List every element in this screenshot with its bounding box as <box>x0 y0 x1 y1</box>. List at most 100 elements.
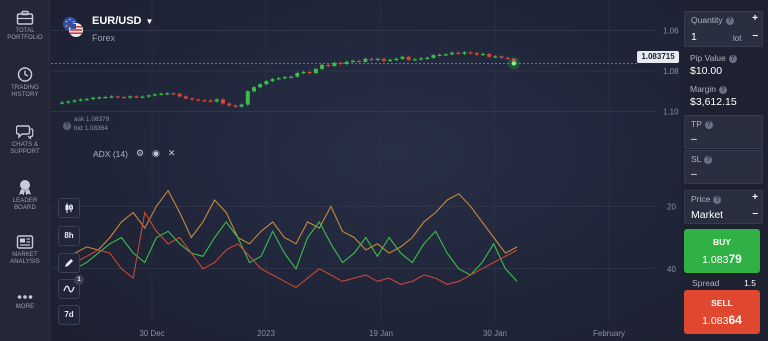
sl-value[interactable]: – <box>691 168 697 180</box>
candle-body <box>375 58 380 60</box>
candle-body <box>128 96 133 98</box>
price-decrease-button[interactable]: – <box>752 208 758 219</box>
candle-body <box>282 77 287 79</box>
price-increase-button[interactable]: + <box>752 192 758 203</box>
asset-name[interactable]: EUR/USD ▼ <box>92 15 153 27</box>
candle-body <box>474 53 479 55</box>
price-and-adx-chart[interactable]: 1.10 1.08 1.06 40 20 30 Dec 2023 19 Jan 30 Jan Fe… <box>51 0 681 341</box>
settings-gear-icon[interactable]: ⚙ <box>136 148 144 159</box>
candle-body <box>84 99 89 101</box>
candle-body <box>196 99 201 101</box>
pip-value: $10.00 <box>690 65 723 77</box>
candle-body <box>406 56 411 60</box>
candle-body <box>202 100 207 102</box>
indicator-label: ADX (14) <box>93 148 128 159</box>
candle-body <box>344 61 349 64</box>
candle-body <box>115 96 120 98</box>
candle-body <box>140 96 145 98</box>
sell-price-pips: 64 <box>728 313 742 327</box>
adx-tick-label: 40 <box>667 265 676 274</box>
quantity-label: Quantity <box>691 15 723 25</box>
sell-price-prefix: 1.083 <box>702 315 729 327</box>
candle-body <box>320 64 325 69</box>
period-button[interactable]: 7d <box>58 305 80 325</box>
price-value[interactable]: Market <box>691 209 723 221</box>
help-icon[interactable]: ? <box>713 196 722 204</box>
help-icon[interactable]: ? <box>718 86 727 94</box>
chart-type-button[interactable] <box>58 198 80 218</box>
price-type-field[interactable]: Price? + Market – <box>684 190 763 224</box>
sidebar-item-more[interactable]: MORE <box>0 292 50 311</box>
help-icon[interactable]: ? <box>63 122 71 130</box>
quantity-field[interactable]: Quantity? + 1 lot – <box>684 11 763 47</box>
candle-body <box>431 55 436 58</box>
buy-price-pips: 79 <box>728 252 742 266</box>
drawing-tools-button[interactable] <box>58 253 80 273</box>
buy-price-prefix: 1.083 <box>702 254 729 266</box>
candle-body <box>332 62 337 66</box>
candle-body <box>357 60 362 63</box>
candle-body <box>450 52 454 55</box>
price-tick-label: 1.10 <box>663 108 679 117</box>
margin-value: $3,612.15 <box>690 96 737 108</box>
candle-body <box>134 96 139 98</box>
sell-button[interactable]: SELL 1.08364 <box>684 290 760 334</box>
date-tick-label: February <box>593 329 625 338</box>
candle-body <box>351 60 355 63</box>
candle-body <box>66 101 71 103</box>
chart-area[interactable]: 1.10 1.08 1.06 40 20 30 Dec 2023 19 Jan 30 Jan Fe… <box>51 0 681 341</box>
candle-body <box>487 53 492 57</box>
briefcase-icon <box>16 10 34 25</box>
candlestick-icon <box>65 203 73 213</box>
sell-label: SELL <box>711 298 733 308</box>
date-tick-label: 30 Dec <box>139 329 164 338</box>
candle-body <box>233 105 238 107</box>
candle-body <box>326 64 331 67</box>
quantity-unit: lot <box>733 34 742 43</box>
help-icon[interactable]: ? <box>728 55 737 63</box>
sl-label: SL <box>691 154 702 164</box>
sidebar-item-trading-history[interactable]: TRADING HISTORY <box>0 66 50 99</box>
quantity-value[interactable]: 1 <box>691 31 697 43</box>
chat-bubbles-icon <box>16 125 34 140</box>
candle-body <box>400 56 405 59</box>
tp-value[interactable]: – <box>691 133 697 145</box>
chevron-down-icon[interactable]: ▼ <box>146 17 154 26</box>
stop-loss-field[interactable]: SL? – <box>684 150 763 184</box>
candle-body <box>78 99 83 101</box>
trade-panel: Quantity? + 1 lot – Pip Value? $10.00 Ma… <box>683 0 768 341</box>
candle-body <box>165 93 170 95</box>
help-icon[interactable]: ? <box>704 121 713 129</box>
sidebar-item-leaderboard[interactable]: LEADER BOARD <box>0 178 50 212</box>
pip-value-label: Pip Value <box>690 53 726 63</box>
asset-type: Forex <box>92 33 116 43</box>
sidebar-item-market-analysis[interactable]: MARKET ANALYSIS <box>0 234 50 266</box>
live-price-dot <box>511 61 516 66</box>
quantity-increase-button[interactable]: + <box>752 13 758 24</box>
eye-icon[interactable]: ◉ <box>152 148 160 159</box>
timeframe-button[interactable]: 8h <box>58 226 80 246</box>
sidebar-item-chats-support[interactable]: CHATS & SUPPORT <box>0 123 50 156</box>
sidebar-item-label: TRADING HISTORY <box>11 85 39 98</box>
price-tick-label: 1.06 <box>663 26 679 35</box>
candle-body <box>251 87 256 92</box>
spread-value: 1.5 <box>744 278 756 288</box>
candle-body <box>103 97 108 99</box>
candle-body <box>72 100 77 102</box>
candle-body <box>499 56 504 58</box>
help-icon[interactable]: ? <box>704 156 713 164</box>
help-icon[interactable]: ? <box>725 17 734 25</box>
candle-body <box>221 99 225 104</box>
sidebar-item-label: CHATS & SUPPORT <box>10 142 40 155</box>
candle-body <box>122 97 126 99</box>
candle-body <box>363 58 368 62</box>
close-icon[interactable]: ✕ <box>168 148 176 159</box>
sidebar-item-total-portfolio[interactable]: TOTAL PORTFOLIO <box>0 10 50 42</box>
tp-label: TP <box>691 119 702 129</box>
take-profit-field[interactable]: TP? – <box>684 115 763 149</box>
quantity-decrease-button[interactable]: – <box>752 30 758 41</box>
candle-body <box>152 94 157 96</box>
indicators-button[interactable]: 1 <box>58 275 84 299</box>
candle-body <box>97 97 102 99</box>
buy-button[interactable]: BUY 1.08379 <box>684 229 760 273</box>
